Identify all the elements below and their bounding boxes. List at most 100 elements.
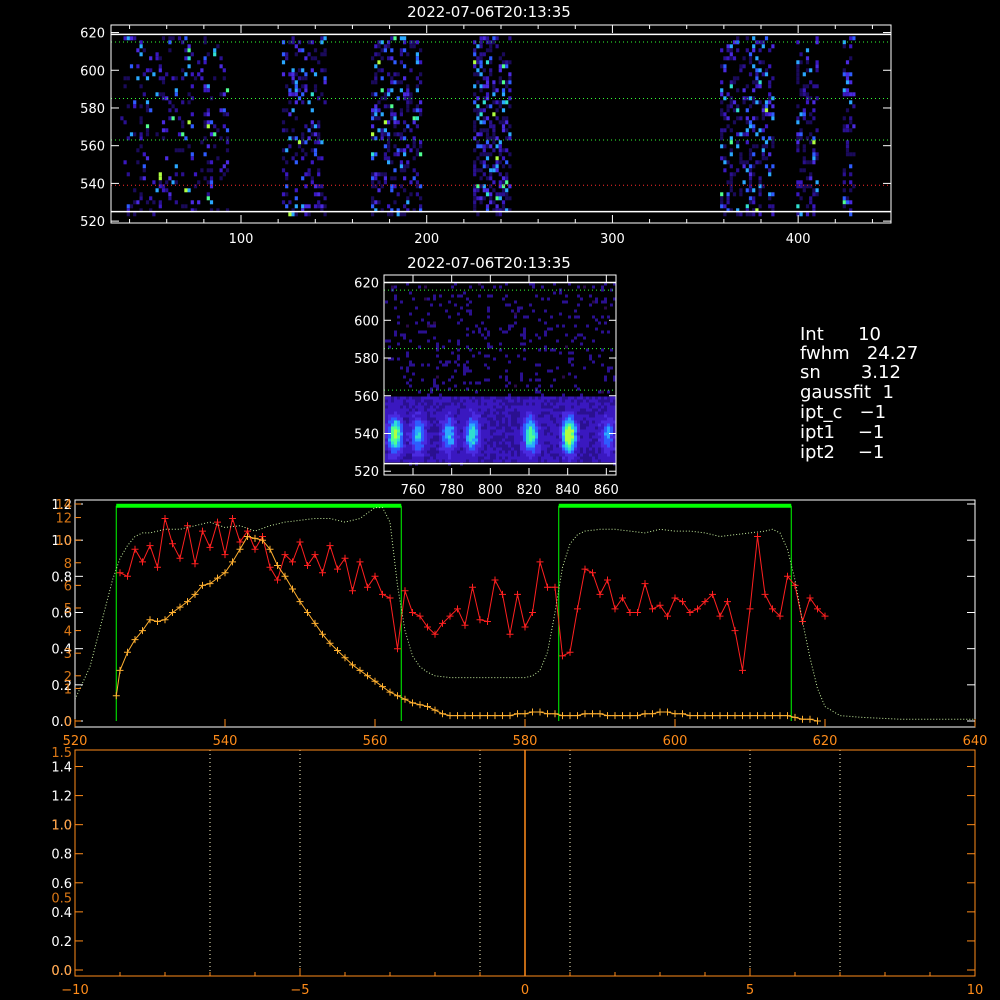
heatmap-cell <box>473 60 477 65</box>
heatmap-cell <box>466 297 469 301</box>
heatmap-cell <box>490 456 493 460</box>
heatmap-cell <box>484 399 487 403</box>
heatmap-cell <box>511 441 514 445</box>
heatmap-cell <box>466 369 469 373</box>
heatmap-cell <box>517 309 520 313</box>
heatmap-cell <box>496 405 499 409</box>
heatmap-cell <box>601 426 604 430</box>
x-tick-label: −5 <box>290 983 309 998</box>
heatmap-cell <box>388 429 391 433</box>
heatmap-cell <box>406 92 410 97</box>
heatmap-cell <box>559 417 562 421</box>
heatmap-cell <box>517 438 520 442</box>
heatmap-cell <box>406 429 409 433</box>
heatmap-cell <box>852 124 856 129</box>
heatmap-cell <box>142 168 146 173</box>
heatmap-cell <box>568 414 571 418</box>
heatmap-cell <box>571 438 574 442</box>
heatmap-cell <box>550 441 553 445</box>
heatmap-cell <box>565 426 568 430</box>
y-tick-label: 560 <box>80 140 105 155</box>
heatmap-cell <box>541 456 544 460</box>
heatmap-cell <box>523 453 526 457</box>
heatmap-cell <box>421 426 424 430</box>
heatmap-cell <box>403 402 406 406</box>
heatmap-cell <box>505 188 509 193</box>
heatmap-cell <box>391 459 394 463</box>
heatmap-cell <box>604 450 607 454</box>
heatmap-cell <box>732 108 737 113</box>
heatmap-cell <box>394 447 397 451</box>
heatmap-cell <box>412 447 415 451</box>
heatmap-cell <box>745 48 749 53</box>
heatmap-cell <box>492 80 496 85</box>
top-heatmap-title: 2022-07-06T20:13:35 <box>407 3 571 21</box>
heatmap-cell <box>532 444 535 448</box>
heatmap-cell <box>475 432 478 436</box>
heatmap-cell <box>406 84 410 89</box>
heatmap-cell <box>508 432 511 436</box>
heatmap-cell <box>505 450 508 454</box>
heatmap-cell <box>556 399 559 403</box>
heatmap-cell <box>200 168 204 173</box>
heatmap-cell <box>466 402 469 406</box>
heatmap-cell <box>499 429 502 433</box>
heatmap-cell <box>526 315 529 319</box>
heatmap-cell <box>383 180 387 185</box>
heatmap-cell <box>732 76 737 81</box>
heatmap-cell <box>481 444 484 448</box>
heatmap-cell <box>301 176 305 181</box>
heatmap-cell <box>501 124 506 129</box>
heatmap-cell <box>136 160 140 165</box>
heatmap-cell <box>815 152 819 157</box>
heatmap-cell <box>380 88 384 93</box>
heatmap-cell <box>736 168 740 173</box>
heatmap-cell <box>433 456 436 460</box>
x-tick-label: 760 <box>401 483 426 498</box>
heatmap-cell <box>409 459 412 463</box>
heatmap-cell <box>498 100 502 105</box>
heatmap-cell <box>463 396 466 400</box>
heatmap-cell <box>720 136 724 141</box>
heatmap-cell <box>482 188 486 193</box>
heatmap-cell <box>815 68 819 73</box>
heatmap-cell <box>409 420 412 424</box>
heatmap-cell <box>736 36 740 41</box>
heatmap-cell <box>427 312 430 316</box>
heatmap-cell <box>281 148 286 153</box>
heatmap-cell <box>562 393 565 397</box>
heatmap-cell <box>294 84 298 89</box>
heatmap-cell <box>492 132 496 137</box>
heatmap-cell <box>535 405 538 409</box>
heatmap-cell <box>562 324 565 328</box>
heatmap-cell <box>385 396 388 400</box>
heatmap-cell <box>430 456 433 460</box>
heatmap-cell <box>433 447 436 451</box>
heatmap-cell <box>562 423 565 427</box>
heatmap-cell <box>145 108 150 113</box>
heatmap-cell <box>421 405 424 409</box>
heatmap-cell <box>487 405 490 409</box>
heatmap-cell <box>553 378 556 382</box>
heatmap-cell <box>532 435 535 439</box>
heatmap-cell <box>145 68 150 73</box>
heatmap-cell <box>448 300 451 304</box>
heatmap-cell <box>547 402 550 406</box>
heatmap-cell <box>583 396 586 400</box>
heatmap-cell <box>466 432 469 436</box>
heatmap-cell <box>498 172 502 177</box>
heatmap-cell <box>171 116 175 121</box>
heatmap-cell <box>532 417 535 421</box>
heatmap-cell <box>520 438 523 442</box>
heatmap-cell <box>495 196 499 201</box>
heatmap-cell <box>385 435 388 439</box>
heatmap-cell <box>532 420 535 424</box>
heatmap-cell <box>526 450 529 454</box>
heatmap-cell <box>388 408 391 412</box>
heatmap-cell <box>165 188 169 193</box>
heatmap-cell <box>489 196 493 201</box>
heatmap-cell <box>568 408 571 412</box>
heatmap-cell <box>397 408 400 412</box>
heatmap-cell <box>720 156 724 161</box>
heatmap-cell <box>165 128 169 133</box>
